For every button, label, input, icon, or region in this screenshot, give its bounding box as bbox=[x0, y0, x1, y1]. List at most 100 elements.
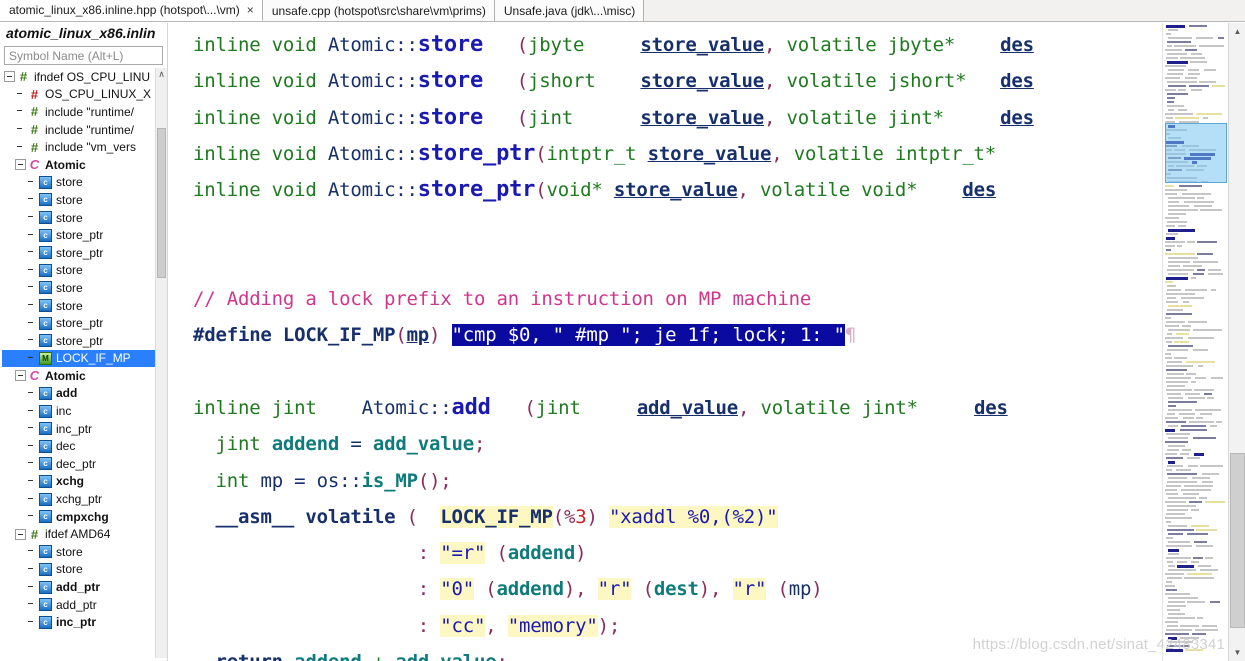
outline-tree-item[interactable]: # include "runtime/ bbox=[2, 121, 167, 139]
outline-scroll-up-icon[interactable]: ∧ bbox=[156, 68, 167, 81]
outline-tree-item[interactable]: c store bbox=[2, 191, 167, 209]
code-token: // Adding a lock prefix to an instructio… bbox=[193, 288, 812, 311]
minimap-line bbox=[1200, 465, 1223, 467]
outline-tree-item[interactable]: c inc_ptr bbox=[2, 613, 167, 631]
outline-tree-item[interactable]: c store_ptr bbox=[2, 332, 167, 350]
member-icon: c bbox=[39, 334, 52, 348]
minimap-line bbox=[1205, 557, 1213, 559]
minimap-line bbox=[1168, 533, 1183, 535]
symbol-search-input[interactable] bbox=[5, 47, 162, 64]
outline-tree-item[interactable]: c inc_ptr bbox=[2, 420, 167, 438]
minimap-line bbox=[1178, 225, 1186, 227]
minimap-line bbox=[1210, 601, 1220, 603]
minimap-line bbox=[1199, 497, 1207, 499]
source-code-area[interactable]: inline void Atomic::store (jbyte store_v… bbox=[169, 23, 1162, 661]
outline-tree-item[interactable]: C Atomic bbox=[2, 156, 167, 174]
outline-item-label: store_ptr bbox=[56, 245, 104, 260]
scroll-up-arrow-icon[interactable]: ▲ bbox=[1229, 23, 1245, 40]
outline-tree-item[interactable]: c store bbox=[2, 543, 167, 561]
outline-tree-item[interactable]: c store bbox=[2, 174, 167, 192]
scrollbar-thumb[interactable] bbox=[1230, 453, 1245, 628]
code-token: "xaddl %0,(%2)" bbox=[608, 505, 778, 528]
scroll-down-arrow-icon[interactable]: ▼ bbox=[1229, 644, 1245, 661]
symbol-search-box[interactable] bbox=[4, 46, 163, 65]
code-token: jint bbox=[535, 396, 581, 419]
outline-tree-item[interactable]: M LOCK_IF_MP bbox=[2, 349, 167, 368]
collapse-toggle-icon[interactable] bbox=[15, 370, 26, 382]
minimap-line bbox=[1189, 85, 1209, 87]
outline-tree-item[interactable]: c add_ptr bbox=[2, 578, 167, 596]
outline-tree-item[interactable]: c store_ptr bbox=[2, 244, 167, 262]
member-icon: c bbox=[39, 211, 52, 225]
outline-tree-item[interactable]: c cmpxchg bbox=[2, 508, 167, 526]
outline-tree-item[interactable]: c store bbox=[2, 262, 167, 280]
minimap-line bbox=[1168, 445, 1185, 447]
minimap-line bbox=[1195, 629, 1218, 631]
member-icon: c bbox=[39, 562, 52, 576]
preprocessor-hash-icon: # bbox=[30, 139, 39, 155]
tree-spacer bbox=[26, 546, 37, 557]
code-token: "cmp $0, " #mp "; je 1f; lock; 1: " bbox=[451, 324, 845, 347]
minimap-line bbox=[1197, 253, 1213, 255]
outline-tree-item[interactable]: c add bbox=[2, 385, 167, 403]
outline-tree-item[interactable]: # ifdef AMD64 bbox=[2, 525, 167, 543]
code-token: mp bbox=[788, 578, 812, 601]
code-token: int bbox=[215, 469, 261, 492]
minimap-line bbox=[1165, 441, 1188, 443]
outline-tree-item[interactable]: # ifndef OS_CPU_LINU bbox=[2, 68, 167, 86]
outline-tree-item[interactable]: c store bbox=[2, 279, 167, 297]
minimap-line bbox=[1187, 241, 1195, 243]
minimap-line bbox=[1189, 501, 1202, 503]
outline-tree-item[interactable]: c store_ptr bbox=[2, 314, 167, 332]
minimap-viewport-box[interactable] bbox=[1165, 123, 1227, 183]
preprocessor-hash-icon: # bbox=[30, 122, 39, 138]
collapse-toggle-icon[interactable] bbox=[15, 159, 26, 171]
outline-tree-item[interactable]: c store bbox=[2, 209, 167, 227]
minimap-line bbox=[1167, 221, 1187, 223]
minimap-line bbox=[1166, 433, 1190, 435]
minimap-line bbox=[1168, 213, 1186, 215]
outline-tree-item[interactable]: c xchg bbox=[2, 473, 167, 491]
minimap-line bbox=[1186, 373, 1196, 375]
editor-vertical-scrollbar[interactable]: ▲ ▼ bbox=[1228, 23, 1245, 661]
minimap-line bbox=[1168, 437, 1188, 439]
outline-tree-item[interactable]: c store bbox=[2, 561, 167, 579]
minimap-line bbox=[1168, 549, 1179, 552]
collapse-toggle-icon[interactable] bbox=[4, 71, 15, 83]
outline-tree-item[interactable]: c dec_ptr bbox=[2, 455, 167, 473]
minimap-line bbox=[1168, 541, 1190, 543]
outline-scroll-thumb[interactable] bbox=[157, 128, 166, 278]
outline-tree-item[interactable]: # OS_CPU_LINUX_X bbox=[2, 86, 167, 104]
outline-scrollbar[interactable]: ∧ bbox=[155, 68, 167, 658]
minimap-line bbox=[1181, 425, 1206, 427]
outline-tree-item[interactable]: c inc bbox=[2, 402, 167, 420]
code-token: jint bbox=[215, 433, 272, 456]
outline-tree-item[interactable]: c store bbox=[2, 297, 167, 315]
outline-tree-item[interactable]: c dec bbox=[2, 437, 167, 455]
editor-tab[interactable]: Unsafe.java (jdk\...\misc) bbox=[494, 0, 645, 21]
minimap-line bbox=[1184, 201, 1214, 203]
outline-tree-item[interactable]: C Atomic bbox=[2, 367, 167, 385]
outline-tree-item[interactable]: # include "runtime/ bbox=[2, 103, 167, 121]
minimap-line bbox=[1199, 45, 1224, 47]
outline-item-label: Atomic bbox=[45, 157, 86, 172]
outline-tree-item[interactable]: c add_ptr bbox=[2, 596, 167, 614]
outline-item-label: xchg_ptr bbox=[56, 492, 103, 507]
editor-tab-bar: atomic_linux_x86.inline.hpp (hotspot\...… bbox=[0, 0, 1245, 22]
collapse-toggle-icon[interactable] bbox=[15, 528, 26, 540]
code-token: inline void bbox=[193, 34, 328, 56]
minimap-line bbox=[1166, 537, 1173, 539]
outline-tree-item[interactable]: # include "vm_vers bbox=[2, 138, 167, 156]
code-token: ) bbox=[429, 324, 452, 347]
code-minimap[interactable] bbox=[1162, 23, 1228, 661]
editor-tab[interactable]: atomic_linux_x86.inline.hpp (hotspot\...… bbox=[0, 0, 263, 21]
close-icon[interactable]: × bbox=[247, 4, 254, 16]
minimap-line bbox=[1168, 109, 1174, 111]
outline-tree-item[interactable]: c store_ptr bbox=[2, 226, 167, 244]
code-token: des bbox=[1000, 34, 1034, 56]
outline-tree-item[interactable]: c xchg_ptr bbox=[2, 490, 167, 508]
symbol-tree[interactable]: # ifndef OS_CPU_LINU # OS_CPU_LINUX_X # inclu… bbox=[2, 68, 167, 658]
editor-tab[interactable]: unsafe.cpp (hotspot\src\share\vm\prims) bbox=[262, 0, 495, 21]
